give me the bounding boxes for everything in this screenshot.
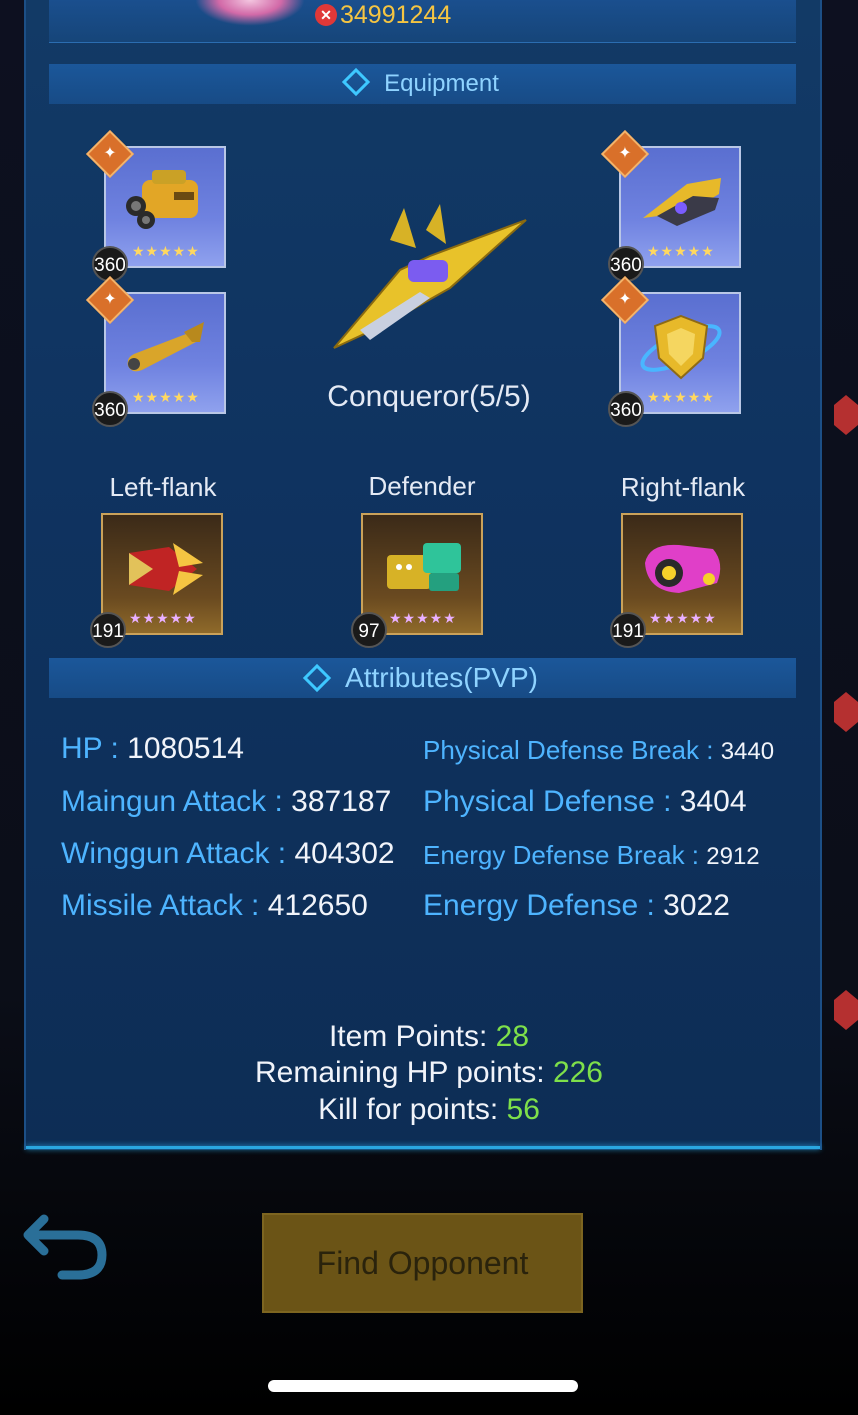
remaining-hp-label: Remaining HP points: — [255, 1056, 553, 1089]
shield-icon — [640, 314, 722, 380]
equipment-section-header: Equipment — [49, 64, 796, 104]
attr-value: 2912 — [706, 843, 760, 870]
power-icon: ✕ — [315, 4, 337, 26]
attr-value: 412650 — [267, 889, 368, 922]
gatling-gun-icon — [126, 170, 198, 229]
star-rating: ★★★★★ — [132, 243, 200, 259]
rank-star-icon: ✦ — [618, 145, 632, 162]
remaining-hp-points: Remaining HP points: 226 — [0, 1056, 858, 1090]
pod-drone-icon — [645, 544, 721, 593]
defender-label: Defender — [368, 471, 476, 501]
ship-name: Conqueror(5/5) — [327, 380, 531, 413]
star-rating: ★★★★★ — [647, 243, 715, 259]
wing-cannon-icon — [643, 178, 721, 226]
rank-star-icon: ✦ — [103, 291, 117, 308]
attr-label: Physical Defense Break : — [423, 735, 721, 765]
attr-label: Energy Defense Break : — [423, 840, 707, 870]
attr-physical-defense-break: Physical Defense Break : 3440 — [423, 735, 774, 766]
attr-label: HP : — [61, 732, 128, 765]
attributes-section-header: Attributes(PVP) — [49, 658, 796, 698]
avatar — [195, 0, 305, 26]
star-rating: ★★★★★ — [389, 610, 457, 626]
attr-value: 3022 — [663, 889, 730, 922]
equipment-title: Equipment — [384, 70, 499, 97]
attr-label: Energy Defense : — [423, 889, 664, 922]
right-flank-label: Right-flank — [620, 472, 746, 502]
attr-hp: HP : 1080514 — [61, 732, 244, 766]
attr-value: 3440 — [720, 738, 775, 765]
kill-points-value: 56 — [506, 1093, 540, 1126]
attr-label: Physical Defense : — [423, 785, 680, 818]
item-points-value: 28 — [495, 1020, 530, 1053]
item-points: Item Points: 28 — [0, 1020, 858, 1054]
attr-energy-defense-break: Energy Defense Break : 2912 — [423, 840, 760, 871]
attr-value: 3404 — [679, 785, 747, 818]
back-arrow-icon[interactable] — [22, 1205, 112, 1285]
star-rating: ★★★★★ — [129, 610, 197, 626]
home-indicator[interactable] — [268, 1380, 578, 1392]
attr-label: Missile Attack : — [61, 889, 268, 922]
level-badge: 191 — [90, 612, 126, 648]
ship-image[interactable] — [330, 200, 530, 350]
missile-icon — [127, 322, 204, 372]
attr-value: 1080514 — [127, 732, 244, 765]
attr-missile-attack: Missile Attack : 412650 — [61, 889, 368, 923]
attr-maingun-attack: Maingun Attack : 387187 — [61, 785, 391, 819]
find-opponent-button[interactable]: Find Opponent — [262, 1213, 583, 1313]
attr-physical-defense: Physical Defense : 3404 — [423, 785, 747, 819]
rank-star-icon: ✦ — [103, 145, 117, 162]
kill-points-label: Kill for points: — [318, 1093, 507, 1126]
kill-points: Kill for points: 56 — [0, 1093, 858, 1127]
rank-star-icon: ✦ — [618, 291, 632, 308]
item-points-label: Item Points: — [328, 1020, 496, 1053]
left-flank-label: Left-flank — [109, 472, 217, 502]
diamond-icon — [341, 67, 371, 96]
attributes-title: Attributes(PVP) — [345, 662, 538, 693]
remaining-hp-value: 226 — [552, 1056, 603, 1089]
power-value: 34991244 — [340, 1, 452, 29]
attr-value: 404302 — [294, 837, 395, 870]
attr-energy-defense: Energy Defense : 3022 — [423, 889, 730, 923]
attr-label: Winggun Attack : — [61, 837, 295, 870]
attr-winggun-attack: Winggun Attack : 404302 — [61, 837, 395, 871]
defender-drone-icon — [387, 543, 461, 591]
diamond-icon — [302, 663, 332, 692]
drill-drone-icon — [129, 543, 203, 595]
level-badge: 97 — [351, 612, 387, 648]
attr-label: Maingun Attack : — [61, 785, 292, 818]
level-badge: 191 — [610, 612, 646, 648]
panel-bottom-border — [26, 1146, 820, 1149]
attr-value: 387187 — [291, 785, 392, 818]
star-rating: ★★★★★ — [649, 610, 717, 626]
